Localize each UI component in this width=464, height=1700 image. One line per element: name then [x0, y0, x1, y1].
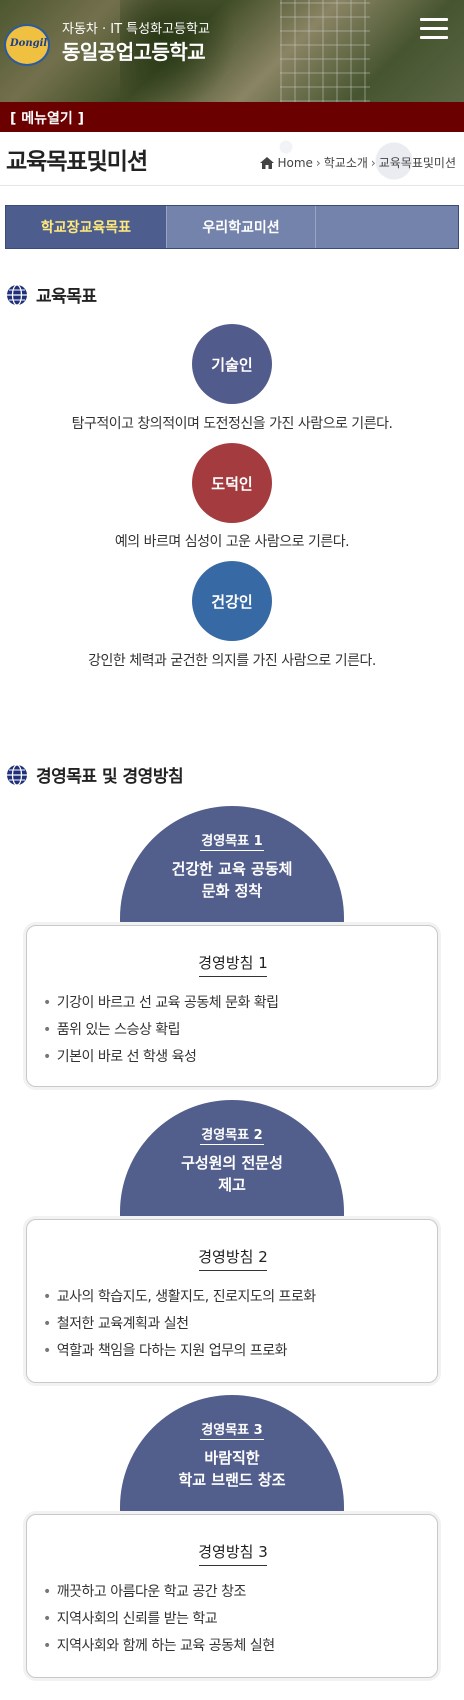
list-item: 지역사회와 함께 하는 교육 공동체 실현 [43, 1633, 275, 1660]
list-item: 기본이 바로 선 학생 육성 [43, 1044, 279, 1071]
management-goal-title: 구성원의 전문성 제고 [181, 1154, 283, 1194]
hamburger-icon[interactable] [420, 18, 448, 40]
tab-principal-goals[interactable]: 학교장교육목표 [6, 206, 167, 248]
goal-description: 예의 바르며 심성이 고운 사람으로 기른다. [114, 534, 350, 550]
goal-description: 탐구적이고 창의적이며 도전정신을 가진 사람으로 기른다. [71, 416, 393, 432]
management-goal-dome: 경영목표 3 바람직한 학교 브랜드 창조 [120, 1395, 344, 1515]
page-title-area: 교육목표및미션 Home › 학교소개 › 교육목표및미션 [0, 132, 464, 186]
management-goal-title: 건강한 교육 공동체 문화 정착 [171, 860, 293, 900]
management-goal-label: 경영목표 3 [201, 1423, 263, 1438]
chevron-right-icon: › [370, 155, 376, 170]
breadcrumb-about[interactable]: 학교소개 [324, 154, 368, 171]
home-icon[interactable] [260, 156, 275, 169]
menu-open-label[interactable]: [ 메뉴열기 ] [10, 108, 84, 128]
goal-circle-technician: 기술인 [192, 324, 272, 404]
list-item: 철저한 교육계획과 실천 [43, 1311, 316, 1338]
management-policy-label: 경영방침 2 [198, 1248, 268, 1266]
policy-list: 교사의 학습지도, 생활지도, 진로지도의 프로화 철저한 교육계획과 실천 역… [43, 1284, 316, 1365]
policy-list: 기강이 바르고 선 교육 공동체 문화 확립 품위 있는 스승상 확립 기본이 … [43, 990, 279, 1071]
menu-open-bar[interactable]: [ 메뉴열기 ] [0, 102, 464, 132]
breadcrumb-current: 교육목표및미션 [378, 156, 456, 170]
management-goal-label: 경영목표 2 [201, 1128, 263, 1143]
management-goal-dome: 경영목표 1 건강한 교육 공동체 문화 정착 [120, 806, 344, 926]
breadcrumb-home[interactable]: Home [277, 156, 312, 170]
management-goal-label: 경영목표 1 [201, 834, 263, 849]
section-title: 교육목표 [36, 287, 97, 307]
tab-school-mission[interactable]: 우리학교미션 [167, 206, 316, 248]
management-goals-heading: 경영목표 및 경영방침 [6, 762, 184, 787]
list-item: 기강이 바르고 선 교육 공동체 문화 확립 [43, 990, 279, 1017]
management-policy-box: 경영방침 2 교사의 학습지도, 생활지도, 진로지도의 프로화 철저한 교육계… [26, 1219, 438, 1383]
list-item: 역할과 책임을 다하는 지원 업무의 프로화 [43, 1338, 316, 1365]
education-goals-heading: 교육목표 [6, 282, 97, 307]
chevron-right-icon: › [315, 155, 321, 170]
list-item: 지역사회의 신뢰를 받는 학교 [43, 1606, 275, 1633]
sub-tabs: 학교장교육목표 우리학교미션 [5, 205, 459, 249]
globe-icon [7, 763, 27, 786]
goal-circle-moral: 도덕인 [192, 443, 272, 523]
management-goal-dome: 경영목표 2 구성원의 전문성 제고 [120, 1100, 344, 1220]
management-policy-box: 경영방침 1 기강이 바르고 선 교육 공동체 문화 확립 품위 있는 스승상 … [26, 925, 438, 1087]
management-policy-box: 경영방침 3 깨끗하고 아름다운 학교 공간 창조 지역사회의 신뢰를 받는 학… [26, 1514, 438, 1678]
management-goal-title: 바람직한 학교 브랜드 창조 [178, 1449, 286, 1489]
globe-icon [7, 283, 27, 306]
logo-text: Dongil [10, 38, 48, 49]
management-policy-label: 경영방침 1 [198, 954, 268, 972]
school-name[interactable]: 동일공업고등학교 [62, 36, 206, 65]
site-header: Dongil 자동차 · IT 특성화고등학교 동일공업고등학교 [0, 0, 464, 102]
school-logo[interactable]: Dongil [4, 24, 50, 66]
policy-list: 깨끗하고 아름다운 학교 공간 창조 지역사회의 신뢰를 받는 학교 지역사회와… [43, 1579, 275, 1660]
breadcrumb: Home › 학교소개 › 교육목표및미션 [260, 154, 456, 171]
goal-description: 강인한 체력과 굳건한 의지를 가진 사람으로 기른다. [88, 653, 376, 669]
list-item: 깨끗하고 아름다운 학교 공간 창조 [43, 1579, 275, 1606]
list-item: 교사의 학습지도, 생활지도, 진로지도의 프로화 [43, 1284, 316, 1311]
tab-empty [316, 206, 458, 248]
section-title: 경영목표 및 경영방침 [36, 767, 184, 787]
management-policy-label: 경영방침 3 [198, 1543, 268, 1561]
list-item: 품위 있는 스승상 확립 [43, 1017, 279, 1044]
page-title: 교육목표및미션 [6, 149, 148, 175]
school-subtitle: 자동차 · IT 특성화고등학교 [62, 22, 210, 37]
goal-circle-healthy: 건강인 [192, 561, 272, 641]
